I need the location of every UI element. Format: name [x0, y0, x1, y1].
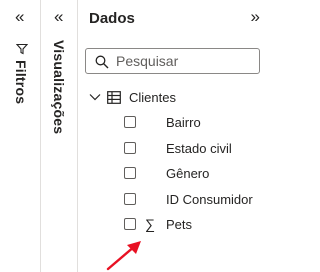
collapse-filters-button[interactable]: « [15, 8, 24, 25]
visualizations-pane: « Visualizações [42, 0, 78, 272]
field-checkbox[interactable] [124, 142, 136, 154]
visualizations-pane-title[interactable]: Visualizações [51, 40, 67, 134]
data-pane: Dados » Clientes Bairro Estado civil Gên… [79, 0, 266, 272]
field-checkbox[interactable] [124, 167, 136, 179]
field-item-bairro[interactable]: Bairro [124, 113, 201, 131]
chevron-down-icon[interactable] [89, 93, 101, 101]
field-checkbox[interactable] [124, 193, 136, 205]
field-item-pets[interactable]: Pets [124, 215, 192, 233]
expand-data-pane-button[interactable]: » [251, 8, 260, 25]
field-checkbox[interactable] [124, 218, 136, 230]
field-label: ID Consumidor [166, 191, 253, 207]
table-name: Clientes [129, 89, 176, 105]
search-box[interactable] [85, 48, 260, 74]
filters-pane-title[interactable]: Filtros [13, 60, 29, 104]
search-icon [95, 55, 109, 69]
search-input[interactable] [116, 52, 254, 70]
filters-pane: « Filtros [0, 0, 41, 272]
filter-funnel-icon [16, 43, 28, 55]
collapse-visualizations-button[interactable]: « [54, 8, 63, 25]
data-pane-title: Dados [89, 10, 135, 27]
field-label: Gênero [166, 165, 210, 181]
annotation-arrow-icon [106, 241, 141, 271]
sigma-icon: ∑ [145, 216, 155, 232]
field-item-id-consumidor[interactable]: ID Consumidor [124, 190, 253, 208]
field-checkbox[interactable] [124, 116, 136, 128]
table-node-clientes[interactable]: Clientes [89, 88, 176, 106]
field-label: Bairro [166, 114, 201, 130]
field-item-genero[interactable]: Gênero [124, 164, 209, 182]
table-icon [107, 90, 121, 104]
field-label: Pets [166, 216, 193, 232]
field-item-estado-civil[interactable]: Estado civil [124, 139, 232, 157]
field-label: Estado civil [166, 140, 232, 156]
